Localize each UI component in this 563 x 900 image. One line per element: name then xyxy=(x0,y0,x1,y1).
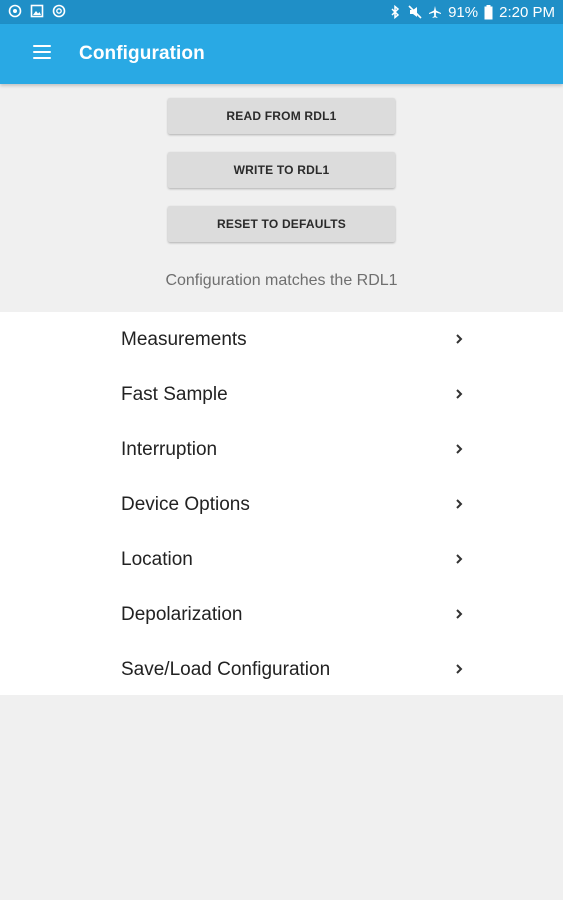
menu-item-device-options[interactable]: Device Options xyxy=(0,477,563,532)
bluetooth-icon xyxy=(391,5,400,19)
battery-percent: 91% xyxy=(448,3,479,21)
chevron-right-icon xyxy=(456,554,463,564)
menu-item-fast-sample[interactable]: Fast Sample xyxy=(0,367,563,422)
clock: 2:20 PM xyxy=(499,3,555,21)
menu-item-location[interactable]: Location xyxy=(0,532,563,587)
menu-item-save-load-configuration[interactable]: Save/Load Configuration xyxy=(0,642,563,697)
read-from-rdl1-button[interactable]: READ FROM RDL1 xyxy=(168,98,395,134)
menu-item-label: Location xyxy=(121,549,193,570)
page-title: Configuration xyxy=(79,43,205,64)
menu-item-label: Interruption xyxy=(121,439,218,460)
settings-icon xyxy=(52,4,66,18)
chevron-right-icon xyxy=(456,334,463,344)
reset-to-defaults-button[interactable]: RESET TO DEFAULTS xyxy=(168,206,395,242)
menu-item-depolarization[interactable]: Depolarization xyxy=(0,587,563,642)
menu-item-interruption[interactable]: Interruption xyxy=(0,422,563,477)
status-left-icons xyxy=(8,4,66,18)
chevron-right-icon xyxy=(456,499,463,509)
chevron-right-icon xyxy=(456,609,463,619)
menu-item-label: Measurements xyxy=(121,329,247,350)
airplane-icon xyxy=(429,6,442,18)
mute-icon xyxy=(408,5,422,19)
menu-item-label: Depolarization xyxy=(121,604,243,625)
menu-item-measurements[interactable]: Measurements xyxy=(0,312,563,367)
status-bar: 91% 2:20 PM xyxy=(0,0,563,24)
app-bar: Configuration xyxy=(0,24,563,84)
chevron-right-icon xyxy=(456,444,463,454)
chevron-right-icon xyxy=(456,664,463,674)
battery-icon xyxy=(484,4,493,19)
image-icon xyxy=(30,4,44,18)
status-right: 91% 2:20 PM xyxy=(388,2,555,22)
menu-item-label: Save/Load Configuration xyxy=(121,659,331,680)
menu-item-label: Fast Sample xyxy=(121,384,228,405)
hamburger-menu-icon[interactable] xyxy=(33,45,51,61)
sync-status-text: Configuration matches the RDL1 xyxy=(165,272,398,289)
chevron-right-icon xyxy=(456,389,463,399)
write-to-rdl1-button[interactable]: WRITE TO RDL1 xyxy=(168,152,395,188)
configuration-menu: Measurements Fast Sample Interruption De… xyxy=(0,312,563,695)
notification-icon xyxy=(8,4,22,18)
menu-item-label: Device Options xyxy=(121,494,250,515)
